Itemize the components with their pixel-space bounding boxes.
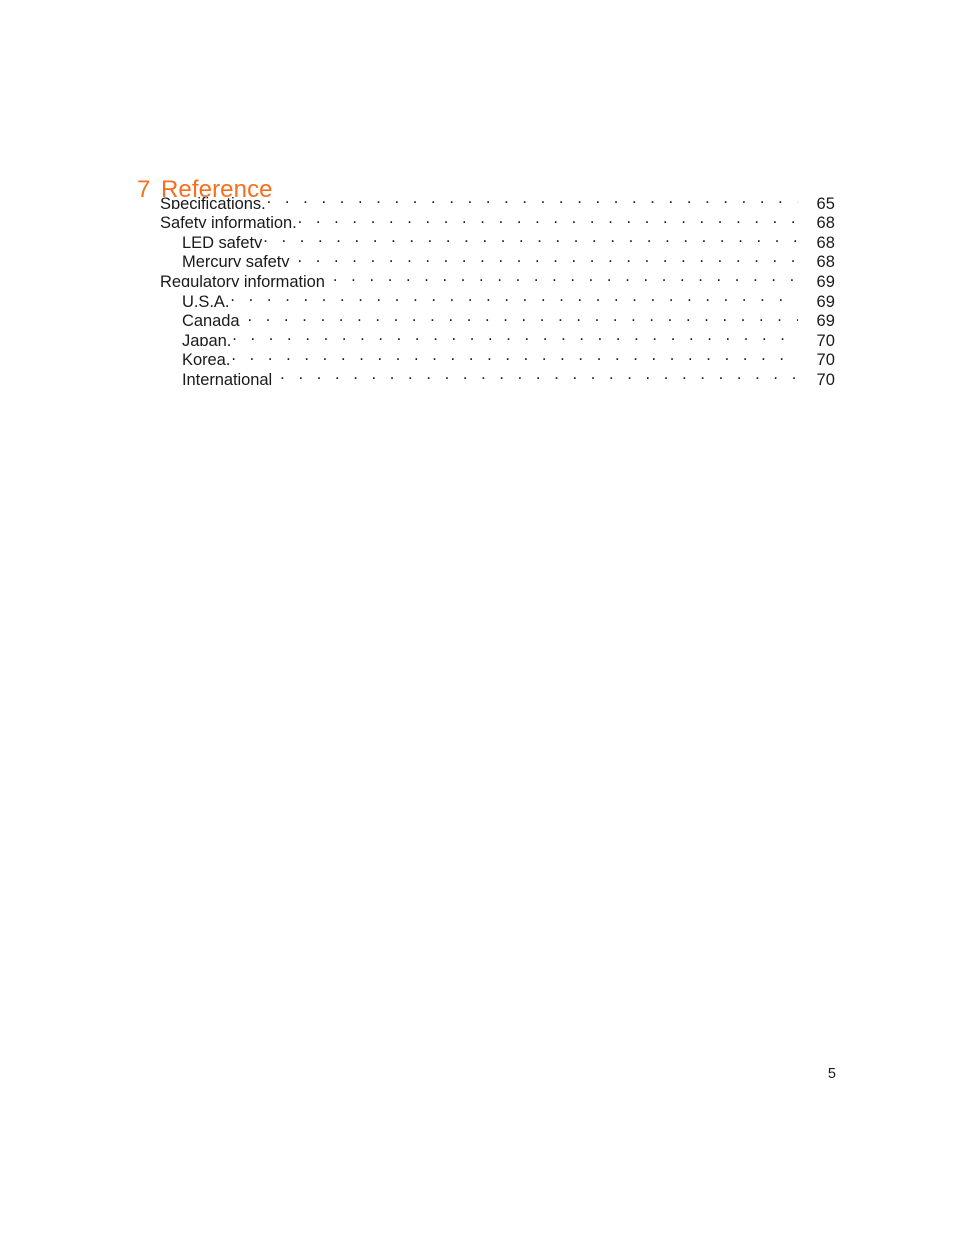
footer-page-number: 5 (827, 1066, 836, 1082)
toc-leader-dots (232, 326, 798, 346)
toc-entry[interactable]: U.S.A. 69 (160, 287, 835, 307)
toc-leader-dots (298, 209, 798, 229)
toc-entry-label: Safety information. (160, 214, 297, 229)
toc-entry[interactable]: International 70 (160, 365, 835, 385)
toc-entry-page-number: 69 (816, 312, 835, 327)
toc-entry[interactable]: Mercury safety 68 (160, 248, 835, 268)
toc-entry[interactable]: Safety information. 68 (160, 209, 835, 229)
toc-entry-label: Korea. (182, 351, 231, 366)
toc-entry-page-number: 69 (816, 292, 835, 307)
toc-entry-page-number: 68 (816, 253, 835, 268)
toc-entry-label: LED safety (182, 233, 263, 248)
toc-entry[interactable]: LED safety 68 (160, 228, 835, 248)
toc-entry[interactable]: Korea. 70 (160, 346, 835, 366)
toc-entry-label: Canada (182, 312, 240, 327)
toc-entry[interactable]: Regulatory information 69 (160, 267, 835, 287)
toc-entry-label: U.S.A. (182, 292, 230, 307)
toc-leader-dots (333, 267, 798, 287)
toc-entry-page-number: 70 (816, 370, 835, 385)
toc-entry-label: Specifications. (160, 194, 266, 209)
toc-entry-page-number: 69 (816, 272, 835, 287)
toc-leader-dots (263, 228, 798, 248)
document-page: 7Reference Specifications.65Safety infor… (0, 0, 954, 1235)
toc-entry-page-number: 70 (816, 351, 835, 366)
toc-entry-label: Mercury safety (182, 253, 290, 268)
chapter-number: 7 (137, 176, 151, 204)
toc-leader-dots (267, 189, 798, 209)
toc-entry[interactable]: Japan. 70 (160, 326, 835, 346)
toc-entry-page-number: 68 (816, 214, 835, 229)
toc-leader-dots (230, 287, 798, 307)
toc-entry-page-number: 70 (816, 331, 835, 346)
toc-leader-dots (231, 346, 798, 366)
toc-entry-page-number: 65 (816, 194, 835, 209)
toc-entry-page-number: 68 (816, 233, 835, 248)
toc-leader-dots (248, 307, 799, 327)
toc-leader-dots (280, 365, 798, 385)
table-of-contents: Specifications.65Safety information.68LE… (160, 189, 835, 385)
toc-entry-label: Japan. (182, 331, 232, 346)
page-footer: 5 (0, 1065, 836, 1083)
toc-entry-label: Regulatory information (160, 272, 325, 287)
toc-leader-dots (298, 248, 799, 268)
toc-entry[interactable]: Canada 69 (160, 307, 835, 327)
toc-entry-label: International (182, 370, 273, 385)
toc-entry[interactable]: Specifications. 65 (160, 189, 835, 209)
